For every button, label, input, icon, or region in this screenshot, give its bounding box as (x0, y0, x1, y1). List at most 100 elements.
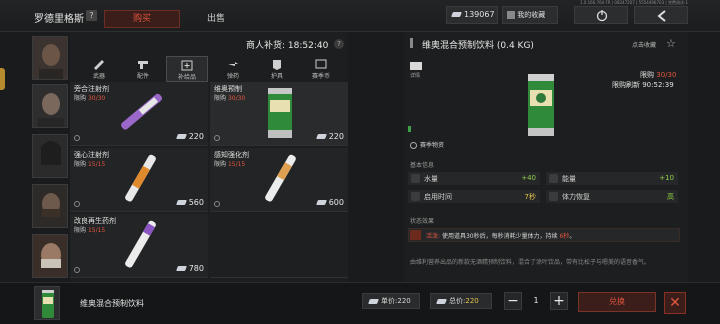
tab-sell[interactable]: 出售 (192, 10, 240, 28)
limit-label: 限购 (74, 95, 87, 102)
limit-label: 限购 (74, 161, 87, 168)
currency-icon (315, 200, 327, 205)
season-marker (408, 126, 411, 132)
info-icon[interactable] (214, 201, 220, 207)
item-limit: 限购 30/30 (74, 93, 105, 102)
price-value: 600 (328, 198, 344, 207)
limit-label: 限购 (214, 95, 227, 102)
total-price-value: 220 (465, 297, 479, 305)
coin-icon (300, 58, 342, 71)
status-duration: 6秒 (559, 233, 570, 240)
item-limit: 限购 15/15 (74, 225, 105, 234)
drink-can-icon (42, 290, 54, 318)
stat-use-time: 启用时间 7秒 (408, 190, 540, 203)
merchant-portrait[interactable] (32, 36, 68, 80)
season-badge: 赛季物资 (410, 140, 444, 149)
energy-icon (549, 174, 558, 183)
info-icon[interactable] (74, 267, 80, 273)
stat-water: 水量 +40 (408, 172, 540, 185)
item-limit: 限购 15/15 (74, 159, 105, 168)
merchant-name: 罗德里格斯 (34, 14, 84, 25)
currency-display: 139067 (446, 6, 498, 24)
info-icon[interactable] (74, 135, 80, 141)
stat-label: 能量 (562, 175, 576, 183)
my-favorites-button[interactable]: 我的收藏 (502, 6, 558, 24)
stat-value: 高 (667, 193, 674, 201)
item-card[interactable]: 感知强化剂 限购 15/15 600 (210, 148, 348, 212)
item-price: 220 (315, 132, 344, 141)
item-limit: 限购 15/15 (214, 159, 245, 168)
currency-icon (175, 134, 187, 139)
power-button[interactable] (574, 6, 628, 24)
stat-value: +10 (659, 174, 674, 182)
drink-can-image (528, 74, 554, 136)
unit-price-value: 220 (397, 297, 411, 305)
season-icon (410, 142, 417, 149)
total-price-label: 总价: (449, 297, 466, 305)
item-price: 600 (315, 198, 344, 207)
portrait-image (33, 85, 67, 127)
status-body: 使用道具30秒后，每秒消耗少量体力，持续 (440, 233, 560, 240)
currency-icon (175, 266, 187, 271)
hourglass-icon (411, 192, 420, 201)
info-icon[interactable] (74, 201, 80, 207)
exchange-button[interactable]: 兑换 (578, 292, 656, 312)
syringe-icon (121, 93, 163, 130)
category-season-coin[interactable]: 赛季币 (300, 56, 342, 82)
category-weapons[interactable]: 武器 (78, 56, 120, 82)
quantity-increase-button[interactable]: + (550, 292, 568, 310)
currency-amount: 139067 (464, 10, 495, 19)
stat-value: +40 (521, 174, 536, 182)
restock-help-button[interactable]: ? (334, 39, 344, 49)
favorites-label: 我的收藏 (517, 11, 546, 19)
details-icon[interactable] (410, 62, 422, 70)
category-label: 补给品 (177, 74, 196, 81)
star-icon[interactable]: ☆ (666, 37, 676, 50)
quantity-value[interactable]: 1 (524, 292, 548, 310)
limit-value: 30/30 (87, 95, 106, 102)
category-ammo[interactable]: 弹药 (212, 56, 254, 82)
total-price: 总价:220 (430, 293, 492, 309)
season-label: 赛季物资 (420, 142, 445, 149)
portrait-image (33, 37, 67, 79)
price-value: 220 (188, 132, 204, 141)
quantity-decrease-button[interactable]: − (504, 292, 522, 310)
item-card[interactable]: 维奥预制 限购 30/30 220 (210, 82, 348, 146)
help-button[interactable]: ? (86, 10, 97, 21)
pistol-icon (122, 58, 164, 71)
stamina-icon (549, 192, 558, 201)
status-effect-icon (410, 230, 421, 240)
stat-stamina-recovery: 体力恢复 高 (546, 190, 678, 203)
stat-label: 启用时间 (424, 193, 452, 201)
price-value: 780 (188, 264, 204, 273)
merchant-portrait[interactable] (32, 134, 68, 178)
portrait-image (33, 185, 67, 227)
chevron-left-icon (657, 10, 666, 22)
close-button[interactable]: ✕ (664, 292, 686, 314)
merchant-portrait[interactable] (32, 84, 68, 128)
item-card[interactable]: 强心注射剂 限购 15/15 560 (70, 148, 208, 212)
category-supplies[interactable]: 补给品 (166, 56, 208, 82)
limit-value: 30/30 (227, 95, 246, 102)
merchant-portrait[interactable] (32, 184, 68, 228)
stat-energy: 能量 +10 (546, 172, 678, 185)
armor-icon (256, 58, 298, 71)
price-value: 560 (188, 198, 204, 207)
limit-label: 限购 (640, 71, 654, 79)
back-button[interactable] (634, 6, 688, 24)
water-icon (411, 174, 420, 183)
info-icon[interactable] (214, 135, 220, 141)
stat-label: 水量 (424, 175, 438, 183)
tab-buy[interactable]: 购买 (104, 10, 180, 28)
restock-timer: 商人补货: 18:52:40 (246, 41, 329, 51)
favorite-link[interactable]: 点击收藏 (632, 40, 656, 49)
side-drawer-handle[interactable] (0, 68, 5, 90)
currency-icon (368, 298, 379, 304)
item-price: 560 (175, 198, 204, 207)
item-card[interactable]: 旁合注射剂 限购 30/30 220 (70, 82, 208, 146)
category-accessories[interactable]: 配件 (122, 56, 164, 82)
merchant-portrait[interactable] (32, 234, 68, 278)
category-armor[interactable]: 护具 (256, 56, 298, 82)
item-card[interactable]: 改良再生药剂 限购 15/15 780 (70, 214, 208, 278)
limit-value: 15/15 (87, 227, 106, 234)
